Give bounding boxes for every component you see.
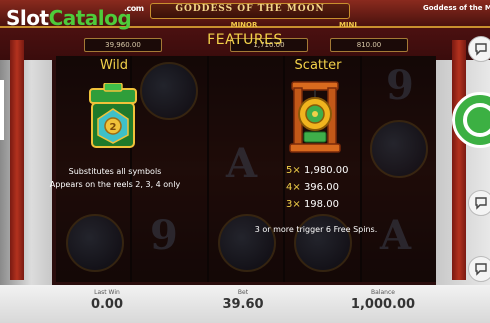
bet-value: 39.60 [222, 297, 264, 312]
watermark-com: .com [124, 4, 144, 13]
pillar-right [452, 40, 466, 280]
wild-title: Wild [99, 58, 129, 73]
scatter-pay-row: 3× 198.00 [286, 199, 339, 210]
wild-symbol-icon: 2 [88, 82, 138, 151]
autoplay-icon [475, 197, 487, 210]
watermark-catalog: Catalog [48, 6, 132, 30]
pay-amount: 396.00 [303, 182, 339, 193]
balance-value: 1,000.00 [350, 297, 416, 312]
left-menu-tab[interactable] [0, 80, 4, 140]
scatter-pay-row: 4× 396.00 [286, 182, 339, 193]
scatter-pay-row: 5× 1,980.00 [286, 165, 348, 176]
pay-amount: 1,980.00 [303, 165, 349, 176]
spin-icon [463, 103, 490, 137]
autoplay-button[interactable] [468, 190, 490, 216]
scatter-note: 3 or more trigger 6 Free Spins. [254, 225, 378, 234]
features-title: FEATURES [207, 32, 283, 48]
chat-icon [475, 43, 487, 56]
last-win-value: 0.00 [90, 297, 124, 312]
pay-multiplier: 4× [286, 182, 301, 193]
jackpot-label-mini: MINI [338, 21, 358, 29]
balance-stat: Balance 1,000.00 [328, 289, 438, 312]
balance-label: Balance [371, 289, 395, 296]
slotcatalog-watermark: SlotCatalog .com [6, 4, 144, 30]
watermark-slot: Slot [6, 6, 49, 30]
jackpot-label-minor: MINOR [230, 21, 258, 29]
svg-text:2: 2 [110, 122, 117, 133]
bet-label: Bet [237, 289, 249, 296]
pay-amount: 198.00 [303, 199, 339, 210]
bottom-bar: Last Win 0.00 Bet 39.60 Balance 1,000.00 [0, 285, 490, 323]
pay-multiplier: 3× [286, 199, 301, 210]
chat-button[interactable] [468, 36, 490, 62]
bet-stat[interactable]: Bet 39.60 [188, 289, 298, 312]
game-title: GODDESS OF THE MOON [150, 3, 350, 19]
scatter-symbol-icon [288, 80, 342, 154]
pillar-left [10, 40, 24, 280]
close-icon [475, 263, 487, 276]
wild-desc-line-2: Appears on the reels 2, 3, 4 only [49, 180, 181, 189]
close-button[interactable] [468, 256, 490, 282]
last-win-label: Last Win [94, 289, 120, 296]
wild-desc-line-1: Substitutes all symbols [68, 167, 162, 176]
scatter-title: Scatter [294, 58, 342, 73]
wild-description: Substitutes all symbols Appears on the r… [40, 165, 190, 191]
last-win-stat: Last Win 0.00 [52, 289, 162, 312]
header-right-title: Goddess of the Mo [423, 4, 490, 12]
pay-multiplier: 5× [286, 165, 301, 176]
